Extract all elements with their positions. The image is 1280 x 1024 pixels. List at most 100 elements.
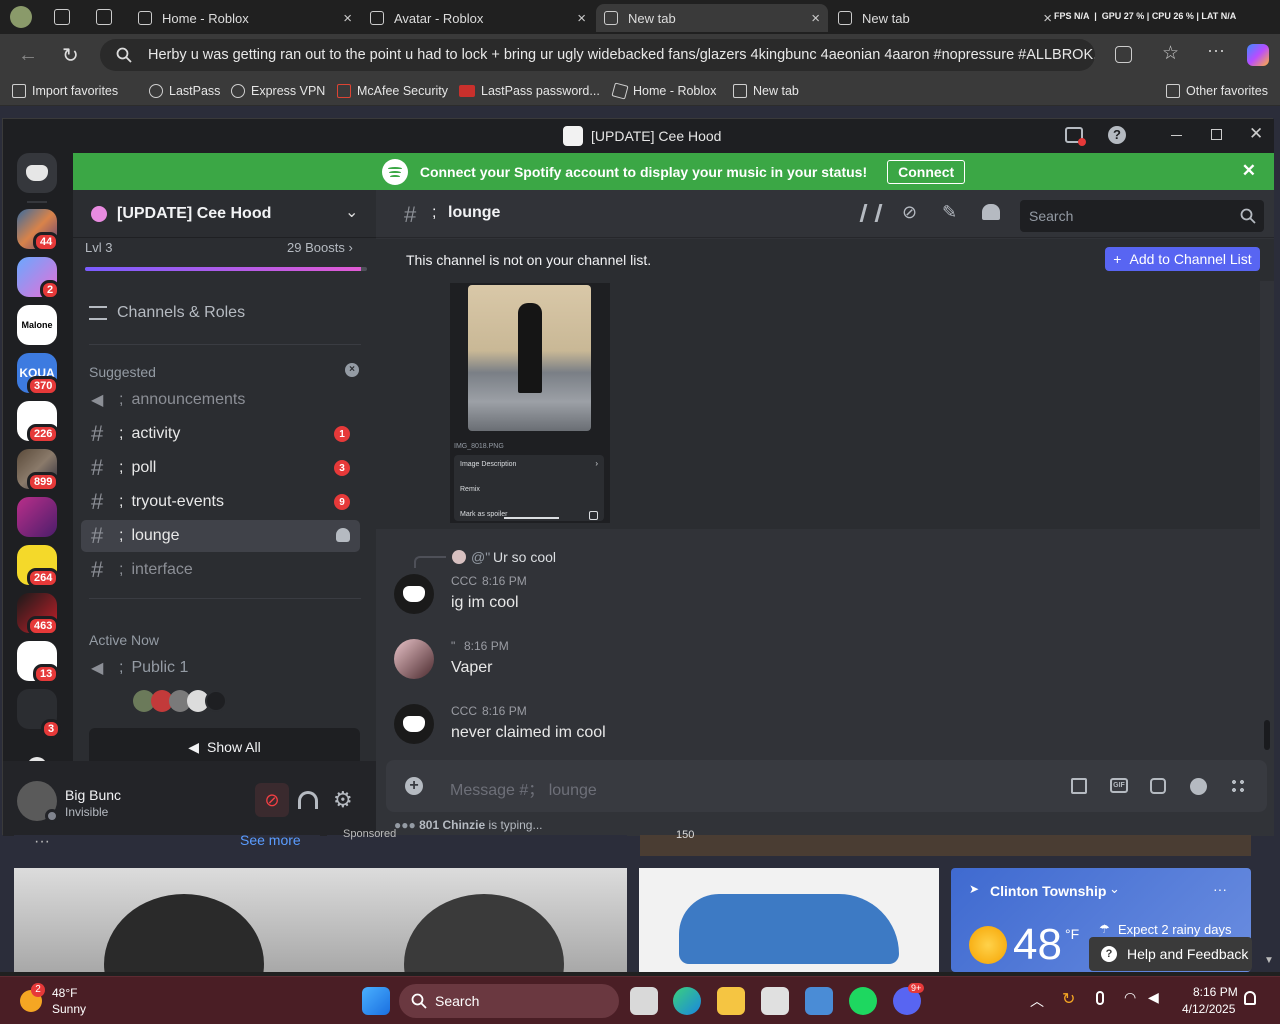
minimize-icon[interactable] <box>1171 135 1182 136</box>
see-more-link[interactable]: See more <box>240 832 301 848</box>
maximize-icon[interactable] <box>1211 129 1222 140</box>
taskbar-date[interactable]: 4/12/2025 <box>1182 1002 1235 1016</box>
more-icon[interactable]: ··· <box>1207 40 1225 61</box>
workspaces-icon[interactable] <box>54 9 70 25</box>
bookmark-new-tab[interactable]: New tab <box>733 76 799 106</box>
bookmark-lastpass[interactable]: LastPass <box>149 76 220 106</box>
bookmark-express-vpn[interactable]: Express VPN <box>231 76 325 106</box>
message-composer[interactable]: + Message #； lounge GIF <box>386 760 1267 812</box>
channel-announcements[interactable]: ◀ ; announcements <box>81 384 360 416</box>
bookmark-import-favorites[interactable]: Import favorites <box>12 76 118 106</box>
channel-activity[interactable]: # ; activity 1 <box>81 418 360 450</box>
extensions-icon[interactable] <box>1115 46 1132 63</box>
news-image-2[interactable] <box>639 868 939 972</box>
threads-icon[interactable] <box>859 204 883 222</box>
bookmark-other-favorites[interactable]: Other favorites <box>1166 76 1268 106</box>
notifications-icon[interactable] <box>1244 991 1256 1005</box>
app-icon[interactable] <box>761 987 789 1015</box>
mute-icon[interactable]: ⊘ <box>255 783 289 817</box>
avatar[interactable] <box>394 639 434 679</box>
edge-icon[interactable] <box>673 987 701 1015</box>
profile-avatar[interactable] <box>10 6 32 28</box>
page-scroll-down-icon[interactable]: ▼ <box>1264 955 1274 966</box>
spotify-connect-button[interactable]: Connect <box>887 159 966 184</box>
inbox-icon[interactable] <box>1065 127 1086 146</box>
tab-avatar-roblox[interactable]: Avatar - Roblox × <box>362 4 594 32</box>
task-view-icon[interactable] <box>630 987 658 1015</box>
refresh-icon[interactable]: ↻ <box>62 43 79 68</box>
help-icon[interactable]: ? <box>1108 126 1126 144</box>
file-explorer-icon[interactable] <box>717 987 745 1015</box>
start-button[interactable] <box>362 987 390 1015</box>
user-avatar[interactable] <box>17 781 59 823</box>
address-bar[interactable]: Herby u was getting ran out to the point… <box>100 39 1095 71</box>
server-icon-7[interactable] <box>17 497 57 537</box>
mark-spoiler-item[interactable]: Mark as spoiler <box>460 511 507 518</box>
chat-search-input[interactable]: Search <box>1020 200 1264 232</box>
news-image-1[interactable] <box>14 868 627 972</box>
tray-chevron-icon[interactable]: ︿ <box>1030 991 1044 1011</box>
channel-poll[interactable]: # ; poll 3 <box>81 452 360 484</box>
close-icon[interactable]: × <box>577 10 586 27</box>
add-member-icon[interactable] <box>336 528 350 542</box>
apps-icon[interactable] <box>1230 778 1246 794</box>
taskbar-time[interactable]: 8:16 PM <box>1193 985 1238 999</box>
more-options-icon[interactable]: ··· <box>1213 881 1227 897</box>
avatar[interactable] <box>394 574 434 614</box>
monitor-app-icon[interactable] <box>805 987 833 1015</box>
headphones-icon[interactable] <box>298 791 318 809</box>
message-author[interactable]: " <box>451 639 455 653</box>
members-icon[interactable] <box>982 204 1000 220</box>
close-icon[interactable]: × <box>811 10 820 27</box>
pin-icon[interactable]: ✎ <box>942 202 957 223</box>
boost-count[interactable]: 29 Boosts › <box>287 240 353 255</box>
reply-author[interactable]: @" <box>471 549 490 565</box>
close-icon[interactable]: × <box>343 10 352 27</box>
mic-icon[interactable] <box>1096 991 1104 1005</box>
direct-messages-button[interactable] <box>17 153 57 193</box>
message-author[interactable]: CCC <box>451 574 477 588</box>
likes-count[interactable]: 150 <box>676 829 694 841</box>
gif-icon[interactable]: GIF <box>1110 778 1128 793</box>
message-author[interactable]: CCC <box>451 704 477 718</box>
tab-actions-icon[interactable] <box>96 9 112 25</box>
server-icon-malone[interactable]: Malone <box>17 305 57 345</box>
taskbar-search[interactable]: Search <box>399 984 619 1018</box>
emoji-icon[interactable] <box>1190 778 1207 795</box>
dismiss-suggested-icon[interactable]: × <box>345 363 359 377</box>
gear-icon[interactable]: ⚙ <box>333 787 353 813</box>
back-icon[interactable]: ← <box>18 44 38 67</box>
tab-new-tab-active[interactable]: New tab × <box>596 4 828 32</box>
channel-tryout-events[interactable]: # ; tryout-events 9 <box>81 486 360 518</box>
close-window-icon[interactable]: ✕ <box>1249 124 1263 144</box>
spotify-icon[interactable] <box>849 987 877 1015</box>
bookmark-home-roblox[interactable]: Home - Roblox <box>611 76 716 106</box>
notification-muted-icon[interactable]: ⊘ <box>902 202 917 223</box>
add-to-channel-list-button[interactable]: + Add to Channel List <box>1105 247 1260 271</box>
voice-participants[interactable] <box>133 690 243 714</box>
channels-roles[interactable]: Channels & Roles <box>89 304 245 322</box>
bookmark-lastpass-password[interactable]: LastPass password... <box>459 76 600 106</box>
bookmark-mcafee[interactable]: McAfee Security <box>337 76 448 106</box>
taskbar-weather[interactable]: 2 48°F Sunny <box>20 983 130 1017</box>
channel-lounge-selected[interactable]: # ; lounge <box>81 520 360 552</box>
tab-new-tab[interactable]: New tab × <box>830 4 1060 32</box>
attachment-image[interactable] <box>468 285 591 431</box>
sync-icon[interactable]: ↻ <box>1062 989 1075 1009</box>
volume-icon[interactable]: ◀ <box>1148 989 1159 1006</box>
favorites-icon[interactable]: ☆ <box>1162 42 1179 65</box>
sticker-icon[interactable] <box>1150 778 1166 794</box>
reply-text[interactable]: Ur so cool <box>493 549 556 565</box>
gift-icon[interactable] <box>1071 778 1087 794</box>
channel-interface[interactable]: # ; interface <box>81 554 360 586</box>
close-icon[interactable]: × <box>1043 10 1052 27</box>
checkbox-icon[interactable] <box>589 511 598 520</box>
chat-scrollbar[interactable] <box>1264 720 1270 750</box>
server-header[interactable]: [UPDATE] Cee Hood ⌄ <box>73 190 376 238</box>
voice-channel-public-1[interactable]: ◀ ; Public 1 <box>81 652 360 684</box>
wifi-icon[interactable]: ◠ <box>1124 989 1136 1006</box>
image-description-item[interactable]: Image Description <box>460 461 516 468</box>
close-banner-icon[interactable]: ✕ <box>1242 161 1256 181</box>
remix-item[interactable]: Remix <box>460 486 480 493</box>
avatar[interactable] <box>394 704 434 744</box>
